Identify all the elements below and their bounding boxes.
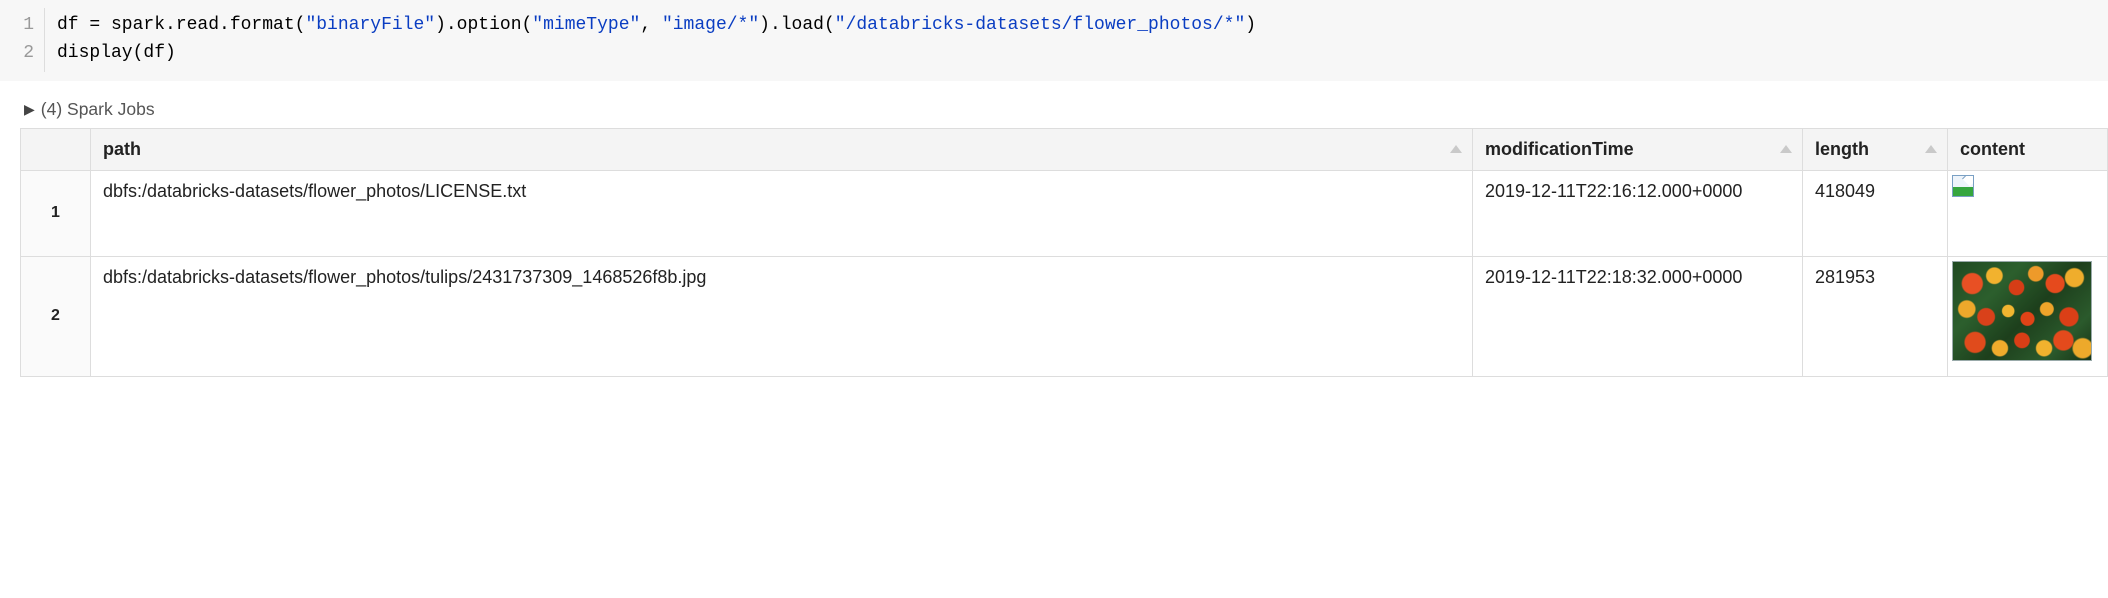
column-header-label: length (1815, 139, 1869, 159)
column-header-label: modificationTime (1485, 139, 1634, 159)
column-header-content[interactable]: content (1948, 128, 2108, 170)
column-header-modificationtime[interactable]: modificationTime (1473, 128, 1803, 170)
broken-image-icon (1952, 175, 1974, 197)
code-token: "image/*" (662, 15, 759, 35)
sort-asc-icon[interactable] (1925, 145, 1937, 153)
sort-asc-icon[interactable] (1780, 145, 1792, 153)
code-gutter: 1 2 (0, 8, 45, 72)
cell-content (1948, 170, 2108, 256)
result-table: path modificationTime length content 1db… (0, 128, 2108, 377)
column-header-rownum[interactable] (21, 128, 91, 170)
code-token: "mimeType" (532, 15, 640, 35)
column-header-label: content (1960, 139, 2025, 159)
cell-length: 281953 (1803, 256, 1948, 376)
line-number: 1 (0, 12, 34, 40)
row-number: 1 (21, 170, 91, 256)
line-number: 2 (0, 40, 34, 68)
spark-jobs-toggle[interactable]: ▶ (4) Spark Jobs (0, 81, 2108, 128)
code-token: "binaryFile" (305, 15, 435, 35)
table-header-row: path modificationTime length content (21, 128, 2108, 170)
column-header-length[interactable]: length (1803, 128, 1948, 170)
cell-modificationtime: 2019-12-11T22:18:32.000+0000 (1473, 256, 1803, 376)
table-row[interactable]: 2dbfs:/databricks-datasets/flower_photos… (21, 256, 2108, 376)
row-number: 2 (21, 256, 91, 376)
code-token: ).option( (435, 15, 532, 35)
cell-content (1948, 256, 2108, 376)
cell-length: 418049 (1803, 170, 1948, 256)
code-token: display(df) (57, 43, 176, 63)
code-token: "/databricks-datasets/flower_photos/*" (835, 15, 1245, 35)
code-cell[interactable]: 1 2 df = spark.read.format("binaryFile")… (0, 0, 2108, 81)
code-editor[interactable]: df = spark.read.format("binaryFile").opt… (45, 8, 2108, 72)
code-token: ).load( (759, 15, 835, 35)
code-token: , (640, 15, 662, 35)
chevron-right-icon: ▶ (24, 101, 35, 118)
cell-path: dbfs:/databricks-datasets/flower_photos/… (91, 170, 1473, 256)
code-token: ) (1245, 15, 1256, 35)
sort-asc-icon[interactable] (1450, 145, 1462, 153)
image-thumbnail[interactable] (1952, 261, 2092, 361)
code-token: df = spark.read.format( (57, 15, 305, 35)
cell-path: dbfs:/databricks-datasets/flower_photos/… (91, 256, 1473, 376)
spark-jobs-label: (4) Spark Jobs (41, 99, 155, 120)
table-row[interactable]: 1dbfs:/databricks-datasets/flower_photos… (21, 170, 2108, 256)
cell-modificationtime: 2019-12-11T22:16:12.000+0000 (1473, 170, 1803, 256)
column-header-path[interactable]: path (91, 128, 1473, 170)
column-header-label: path (103, 139, 141, 159)
